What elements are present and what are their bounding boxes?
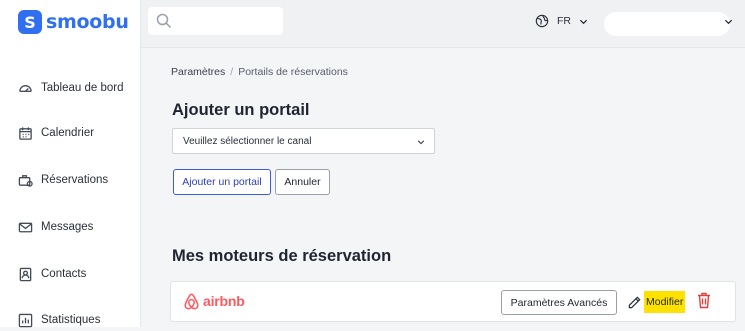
advanced-settings-button[interactable]: Paramètres Avancés xyxy=(501,290,617,315)
sidebar-item-label: Calendrier xyxy=(41,127,95,139)
edit-button[interactable]: Modifier xyxy=(627,291,686,313)
calendar-icon xyxy=(19,126,32,140)
search-icon xyxy=(156,13,172,29)
chevron-down-icon[interactable] xyxy=(724,17,733,26)
dashboard-icon xyxy=(19,84,32,92)
breadcrumb: Paramètres / Portails de réservations xyxy=(171,66,348,78)
breadcrumb-current: Portails de réservations xyxy=(238,66,348,78)
engine-name: airbnb xyxy=(203,293,245,309)
contacts-icon xyxy=(19,267,32,281)
sidebar-item-contacts[interactable]: Contacts xyxy=(18,263,86,285)
chevron-down-icon xyxy=(417,140,425,145)
logo[interactable]: S smoobu xyxy=(18,10,129,34)
engines-title: Mes moteurs de réservation xyxy=(172,247,392,265)
airbnb-icon xyxy=(184,293,199,310)
breadcrumb-parent[interactable]: Paramètres xyxy=(171,66,225,78)
sidebar-item-label: Contacts xyxy=(41,268,87,280)
sidebar-item-label: Statistiques xyxy=(41,314,101,326)
reservations-icon xyxy=(18,174,33,187)
logo-text: smoobu xyxy=(46,11,129,33)
edit-label: Modifier xyxy=(644,291,686,313)
sidebar-item-statistics[interactable]: Statistiques xyxy=(18,309,100,331)
sidebar-item-reservations[interactable]: Réservations xyxy=(18,169,108,191)
topbar: FR xyxy=(141,0,745,48)
mail-icon xyxy=(18,222,33,232)
sidebar-item-messages[interactable]: Messages xyxy=(18,216,93,238)
search-input[interactable] xyxy=(148,7,283,35)
language-label: FR xyxy=(557,15,571,27)
add-portal-title: Ajouter un portail xyxy=(172,101,310,119)
user-menu[interactable] xyxy=(604,12,730,36)
airbnb-logo: airbnb xyxy=(183,292,245,310)
channel-select-value: Veuillez sélectionner le canal xyxy=(183,136,312,147)
statistics-icon xyxy=(18,313,33,327)
sidebar: S smoobu Tableau de bord Calendrier Rése… xyxy=(0,0,141,327)
chevron-down-icon xyxy=(579,19,588,24)
channel-select[interactable]: Veuillez sélectionner le canal xyxy=(172,128,435,154)
sidebar-item-calendar[interactable]: Calendrier xyxy=(18,122,94,144)
language-selector[interactable]: FR xyxy=(535,14,588,28)
sidebar-item-label: Tableau de bord xyxy=(41,82,124,94)
sidebar-item-label: Réservations xyxy=(41,174,109,186)
breadcrumb-separator: / xyxy=(230,66,234,78)
sidebar-item-label: Messages xyxy=(41,221,94,233)
logo-mark: S xyxy=(18,10,42,34)
add-portal-button[interactable]: Ajouter un portail xyxy=(173,169,271,195)
trash-icon[interactable] xyxy=(697,292,711,309)
list-item: airbnb Paramètres Avancés Modifier xyxy=(170,281,736,322)
globe-icon xyxy=(535,14,549,28)
sidebar-item-dashboard[interactable]: Tableau de bord xyxy=(18,77,123,99)
cancel-button[interactable]: Annuler xyxy=(275,169,330,195)
pencil-icon xyxy=(628,295,641,308)
